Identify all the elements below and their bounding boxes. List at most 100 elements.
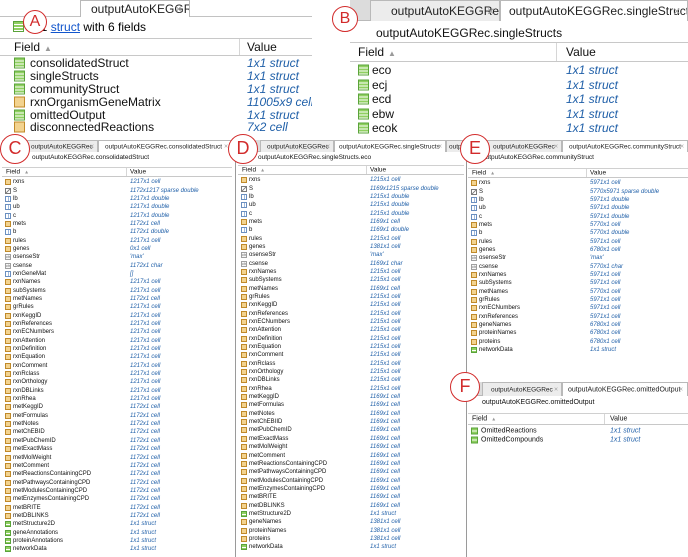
field-row[interactable]: rxnOrthology 1215x1 cell xyxy=(238,368,464,376)
field-row[interactable]: metDBLINKS 1169x1 cell xyxy=(238,501,464,509)
field-row[interactable]: OmittedReactions 1x1 struct xyxy=(468,426,688,436)
field-row[interactable]: c 1217x1 double xyxy=(2,211,232,219)
field-row[interactable]: metBRITE 1169x1 cell xyxy=(238,493,464,501)
field-row[interactable]: ecj 1x1 struct xyxy=(350,78,688,93)
field-row[interactable]: metModulesContainingCPD 1172x1 cell xyxy=(2,487,232,495)
field-row[interactable]: metExactMass 1169x1 cell xyxy=(238,435,464,443)
field-row[interactable]: metMolWeight 1172x1 cell xyxy=(2,453,232,461)
field-row[interactable]: rxnECNumbers 1215x1 cell xyxy=(238,318,464,326)
field-row[interactable]: rxnNames 5971x1 cell xyxy=(468,271,688,279)
field-row[interactable]: metComment 1169x1 cell xyxy=(238,451,464,459)
field-row[interactable]: c 1215x1 double xyxy=(238,209,464,217)
field-row[interactable]: ub 5971x1 double xyxy=(468,204,688,212)
tab-output-autokeggrec[interactable]: outputAutoKEGGRec × xyxy=(484,140,562,152)
field-row[interactable]: metNames 1172x1 cell xyxy=(2,295,232,303)
value-column-header[interactable]: Value xyxy=(370,167,386,174)
value-column-header[interactable]: Value xyxy=(590,170,606,177)
tab-output-autokeggrec[interactable]: outputAutoKEGGRec × xyxy=(370,0,500,21)
field-row[interactable]: lb 5971x1 double xyxy=(468,196,688,204)
tab-omittedoutput[interactable]: outputAutoKEGGRec.omittedOutput × xyxy=(562,382,688,396)
field-row[interactable]: networkData 1x1 struct xyxy=(468,346,688,354)
field-row[interactable]: ub 1215x1 double xyxy=(238,201,464,209)
field-row[interactable]: rxnDBLinks 1217x1 cell xyxy=(2,387,232,395)
field-row[interactable]: mets 1169x1 cell xyxy=(238,218,464,226)
field-row[interactable]: consolidatedStruct 1x1 struct xyxy=(0,56,312,70)
field-row[interactable]: ecok 1x1 struct xyxy=(350,121,688,134)
field-row[interactable]: metExactMass 1172x1 cell xyxy=(2,445,232,453)
field-row[interactable]: networkData 1x1 struct xyxy=(2,545,232,553)
field-row[interactable]: OmittedCompounds 1x1 struct xyxy=(468,436,688,446)
field-column-header[interactable]: Field ▲ xyxy=(242,167,265,174)
close-icon[interactable]: × xyxy=(554,386,558,393)
field-row[interactable]: metMolWeight 1169x1 cell xyxy=(238,443,464,451)
field-row[interactable]: metReactionsContainingCPD 1169x1 cell xyxy=(238,460,464,468)
field-row[interactable]: mets 5770x1 cell xyxy=(468,221,688,229)
tab-output-autokeggrec[interactable]: outputAutoKEGGRec × xyxy=(260,140,334,152)
field-row[interactable]: geneNames 6780x1 cell xyxy=(468,321,688,329)
field-row[interactable]: subSystems 1217x1 cell xyxy=(2,286,232,294)
field-row[interactable]: proteinNames 6780x1 cell xyxy=(468,329,688,337)
field-row[interactable]: rxnKeggID 1217x1 cell xyxy=(2,312,232,320)
field-row[interactable]: metReactionsContainingCPD 1172x1 cell xyxy=(2,470,232,478)
field-row[interactable]: metPubChemID 1169x1 cell xyxy=(238,426,464,434)
field-row[interactable]: metBRITE 1172x1 cell xyxy=(2,503,232,511)
field-column-header[interactable]: Field ▲ xyxy=(14,40,52,54)
field-row[interactable]: grRules 1217x1 cell xyxy=(2,303,232,311)
field-row[interactable]: rxnAttention 1215x1 cell xyxy=(238,326,464,334)
field-row[interactable]: rxnRclass 1215x1 cell xyxy=(238,360,464,368)
field-row[interactable]: b 1169x1 double xyxy=(238,226,464,234)
field-row[interactable]: grRules 5971x1 cell xyxy=(468,296,688,304)
field-row[interactable]: rxnOrganismGeneMatrix 11005x9 cell xyxy=(0,95,312,109)
field-row[interactable]: rxnReferences 1215x1 cell xyxy=(238,310,464,318)
field-row[interactable]: metEnzymesContainingCPD 1172x1 cell xyxy=(2,495,232,503)
field-row[interactable]: rules 5971x1 cell xyxy=(468,237,688,245)
field-row[interactable]: ch osenseStr 'max' xyxy=(468,254,688,262)
tab-output-autokeggrec[interactable]: outputAutoKEGGRec × xyxy=(80,0,190,17)
close-icon[interactable]: × xyxy=(679,386,683,393)
value-column-header[interactable]: Value xyxy=(610,416,627,423)
value-column-header[interactable]: Value xyxy=(130,169,146,176)
field-row[interactable]: proteinAnnotations 1x1 struct xyxy=(2,537,232,545)
field-row[interactable]: rxnRhea 1215x1 cell xyxy=(238,385,464,393)
field-row[interactable]: rxnEquation 1215x1 cell xyxy=(238,343,464,351)
field-row[interactable]: metStructure2D 1x1 struct xyxy=(238,510,464,518)
field-row[interactable]: rxnDefinition 1217x1 cell xyxy=(2,345,232,353)
field-row[interactable]: proteins 1381x1 cell xyxy=(238,535,464,543)
column-divider[interactable] xyxy=(366,166,367,174)
column-divider[interactable] xyxy=(556,43,557,61)
field-row[interactable]: ch osenseStr 'max' xyxy=(2,253,232,261)
column-divider[interactable] xyxy=(239,39,240,55)
tab-output-autokeggrec[interactable]: outputAutoKEGGRec × xyxy=(26,140,98,152)
tab-communitystruct[interactable]: outputAutoKEGGRec.communityStruct × xyxy=(562,140,688,152)
field-column-header[interactable]: Field ▲ xyxy=(472,416,496,423)
field-row[interactable]: omittedOutput 1x1 struct xyxy=(0,108,312,122)
field-row[interactable]: metNames 1169x1 cell xyxy=(238,284,464,292)
field-column-header[interactable]: Field ▲ xyxy=(358,45,396,59)
field-row[interactable]: rules 1217x1 cell xyxy=(2,236,232,244)
close-icon[interactable]: × xyxy=(487,4,495,19)
field-row[interactable]: S 5770x5971 sparse double xyxy=(468,187,688,195)
field-row[interactable]: metFormulas 1169x1 cell xyxy=(238,401,464,409)
column-divider[interactable] xyxy=(586,169,587,177)
field-row[interactable]: networkData 1x1 struct xyxy=(238,543,464,551)
field-row[interactable]: subSystems 5971x1 cell xyxy=(468,279,688,287)
field-row[interactable]: metChEBIID 1169x1 cell xyxy=(238,418,464,426)
field-row[interactable]: rxnECNumbers 1217x1 cell xyxy=(2,328,232,336)
tab-singlestructs[interactable]: outputAutoKEGGRec.singleStructs × xyxy=(334,140,446,152)
field-row[interactable]: S 1172x1217 sparse double xyxy=(2,186,232,194)
field-row[interactable]: rxnECNumbers 5971x1 cell xyxy=(468,304,688,312)
field-row[interactable]: singleStructs 1x1 struct xyxy=(0,69,312,83)
field-column-header[interactable]: Field ▲ xyxy=(472,170,495,177)
field-row[interactable]: metPathwaysContainingCPD 1169x1 cell xyxy=(238,468,464,476)
field-row[interactable]: b 1172x1 double xyxy=(2,228,232,236)
field-row[interactable]: proteins 6780x1 cell xyxy=(468,338,688,346)
field-row[interactable]: ebw 1x1 struct xyxy=(350,107,688,122)
field-row[interactable]: metDBLINKS 1172x1 cell xyxy=(2,512,232,520)
struct-doc-link[interactable]: struct xyxy=(51,20,80,34)
tab-consolidatedstruct[interactable]: outputAutoKEGGRec.consolidatedStruct × xyxy=(98,140,232,152)
field-row[interactable]: metStructure2D 1x1 struct xyxy=(2,520,232,528)
field-row[interactable]: S 1169x1215 sparse double xyxy=(238,184,464,192)
close-icon[interactable]: × xyxy=(680,143,684,150)
close-icon[interactable]: × xyxy=(175,2,182,16)
field-row[interactable]: geneAnnotations 1x1 struct xyxy=(2,528,232,536)
